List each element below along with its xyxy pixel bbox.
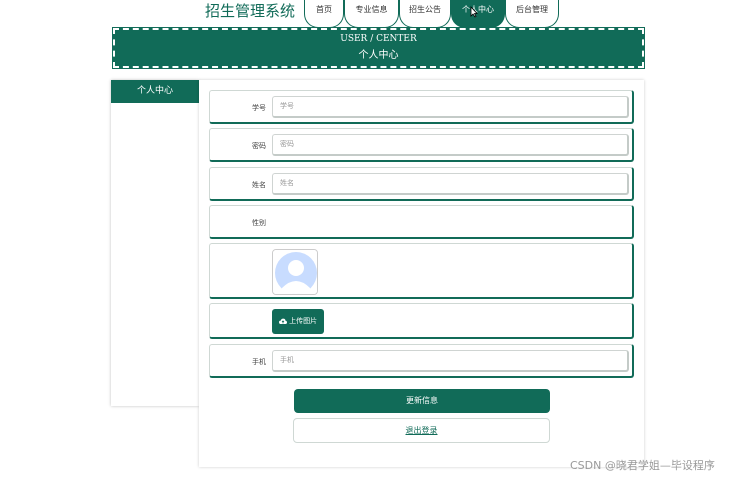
profile-form: 学号 学号 密码 密码 姓名 姓名 性别 上传图片 手机 手机 更新信息 退出登… [199, 80, 644, 467]
upload-image-button[interactable]: 上传图片 [272, 309, 324, 334]
mouse-cursor-icon [470, 6, 478, 18]
upload-image-label: 上传图片 [289, 317, 318, 325]
watermark: CSDN @晓君学姐—毕设程序 [570, 459, 715, 472]
update-info-button[interactable]: 更新信息 [294, 389, 550, 413]
banner-title: 个人中心 [358, 50, 399, 61]
student-id-label: 学号 [252, 104, 266, 112]
tab-majors[interactable]: 专业信息 [344, 0, 399, 28]
site-title: 招生管理系统 [205, 2, 296, 20]
avatar-row [209, 243, 634, 299]
tab-announcements[interactable]: 招生公告 [399, 0, 451, 28]
name-row: 姓名 姓名 [209, 167, 634, 201]
name-input[interactable]: 姓名 [272, 173, 629, 195]
gender-label: 性别 [252, 219, 266, 227]
user-avatar-icon [273, 250, 317, 294]
avatar[interactable] [272, 249, 318, 295]
sidebar: 个人中心 [111, 80, 199, 406]
page-banner: USER / CENTER 个人中心 [112, 27, 645, 69]
phone-label: 手机 [252, 358, 266, 366]
upload-row: 上传图片 [209, 303, 634, 339]
name-label: 姓名 [252, 181, 266, 189]
student-id-input[interactable]: 学号 [272, 96, 629, 118]
tab-admin[interactable]: 后台管理 [505, 0, 559, 28]
logout-button[interactable]: 退出登录 [293, 418, 550, 443]
banner-subtitle-en: USER / CENTER [340, 34, 417, 44]
cloud-upload-icon [278, 318, 287, 324]
password-row: 密码 密码 [209, 128, 634, 162]
phone-row: 手机 手机 [209, 344, 634, 378]
tab-home[interactable]: 首页 [304, 0, 344, 28]
sidebar-item-profile[interactable]: 个人中心 [111, 80, 199, 103]
gender-row: 性别 [209, 205, 634, 239]
password-input[interactable]: 密码 [272, 134, 629, 156]
tab-profile[interactable]: 个人中心 [451, 0, 505, 28]
profile-page: 招生管理系统 首页 专业信息 招生公告 个人中心 后台管理 USER / CEN… [0, 0, 744, 479]
password-label: 密码 [252, 142, 266, 150]
student-id-row: 学号 学号 [209, 90, 634, 124]
phone-input[interactable]: 手机 [272, 350, 629, 372]
